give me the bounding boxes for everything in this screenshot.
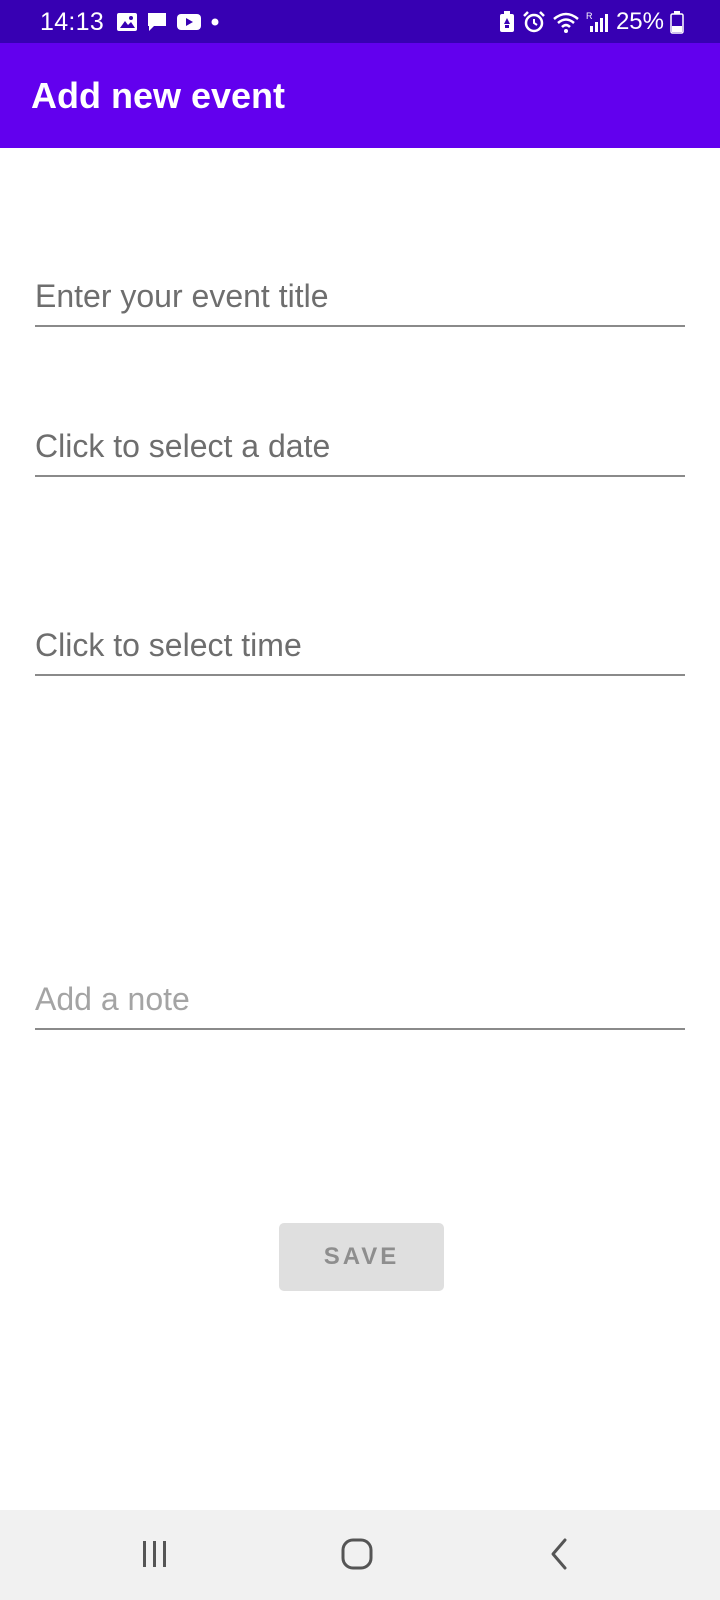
battery-icon bbox=[670, 10, 684, 34]
app-bar: Add new event bbox=[0, 43, 720, 148]
recents-icon bbox=[139, 1538, 171, 1575]
alarm-icon bbox=[522, 10, 546, 34]
message-icon bbox=[146, 11, 168, 33]
note-input[interactable]: Add a note bbox=[35, 970, 685, 1030]
navigation-bar bbox=[0, 1510, 720, 1600]
date-picker-field[interactable]: Click to select a date bbox=[35, 417, 685, 477]
time-picker-field[interactable]: Click to select time bbox=[35, 616, 685, 676]
wifi-icon bbox=[552, 10, 580, 34]
save-button[interactable]: SAVE bbox=[279, 1223, 444, 1291]
notification-icons bbox=[116, 10, 228, 34]
home-icon bbox=[340, 1537, 374, 1576]
page-title: Add new event bbox=[31, 75, 286, 116]
battery-percent: 25% bbox=[615, 8, 664, 35]
status-bar: 14:13 R 25% bbox=[0, 0, 720, 43]
dot-icon bbox=[210, 17, 220, 27]
svg-text:R: R bbox=[586, 11, 593, 21]
recents-button[interactable] bbox=[125, 1535, 185, 1577]
back-icon bbox=[547, 1537, 571, 1576]
status-time: 14:13 bbox=[40, 8, 105, 36]
system-icons: R 25% bbox=[492, 7, 684, 37]
youtube-icon bbox=[176, 12, 202, 32]
battery-saver-icon bbox=[498, 10, 516, 34]
gallery-icon bbox=[116, 12, 138, 32]
home-button[interactable] bbox=[327, 1535, 387, 1577]
back-button[interactable] bbox=[529, 1535, 589, 1577]
event-title-field[interactable]: Enter your event title bbox=[35, 267, 685, 327]
signal-icon: R bbox=[586, 10, 608, 34]
